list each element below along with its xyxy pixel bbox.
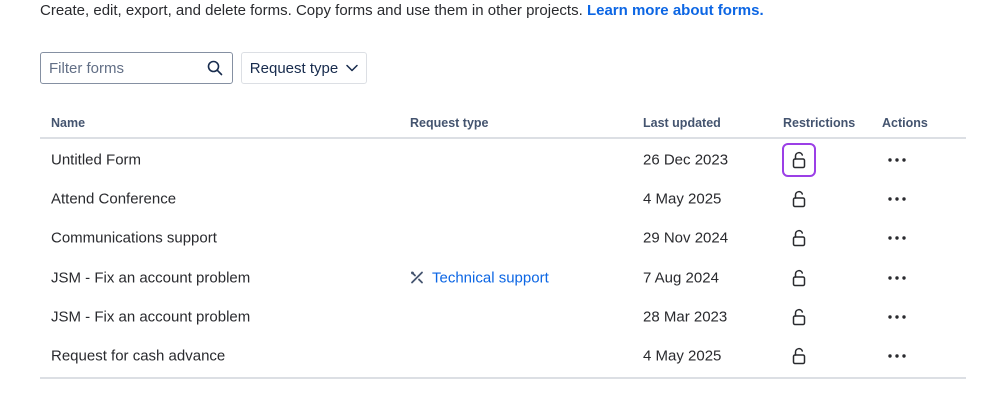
form-name[interactable]: Untitled Form [51,151,141,168]
form-name[interactable]: JSM - Fix an account problem [51,308,250,325]
filter-forms-field[interactable] [40,52,233,84]
header-last-updated[interactable]: Last updated [643,116,721,130]
more-actions-button[interactable] [882,344,912,368]
last-updated: 4 May 2025 [643,347,722,365]
last-updated: 26 Dec 2023 [643,151,729,169]
unlock-icon [792,269,806,286]
table-row: JSM - Fix an account problem 28 Mar 2023 [40,297,966,336]
restrictions-button[interactable] [782,339,816,373]
last-updated: 7 Aug 2024 [643,269,719,287]
form-name[interactable]: Request for cash advance [51,348,225,365]
more-icon [888,157,906,162]
search-icon[interactable] [206,59,224,77]
intro-text: Create, edit, export, and delete forms. … [40,2,764,19]
last-updated: 28 Mar 2023 [643,308,728,326]
table-header: Name Request type Last updated Restricti… [40,108,966,139]
more-icon [888,236,906,240]
form-name[interactable]: Attend Conference [51,190,176,207]
tools-icon [411,271,423,284]
header-restrictions: Restrictions [783,116,856,130]
restrictions-button[interactable] [782,261,816,295]
more-icon [888,315,906,319]
intro-description: Create, edit, export, and delete forms. … [40,2,583,19]
restrictions-button[interactable] [782,182,816,216]
unlock-icon [792,230,806,247]
table-body: Untitled Form 26 Dec 2023 Attend Confere… [40,139,966,379]
table-row: Attend Conference 4 May 2025 [40,179,966,218]
more-icon [888,275,906,280]
table-row: Untitled Form 26 Dec 2023 [40,140,966,179]
last-updated: 29 Nov 2024 [643,229,729,247]
header-request-type[interactable]: Request type [410,116,489,130]
more-actions-button[interactable] [882,266,912,290]
request-type-label: Technical support [432,269,549,287]
header-actions: Actions [882,116,928,130]
unlock-icon [792,348,806,365]
unlock-icon [792,308,806,326]
restrictions-button[interactable] [782,221,816,255]
more-actions-button[interactable] [882,226,912,250]
last-updated: 4 May 2025 [643,190,722,208]
request-type-filter-button[interactable]: Request type [241,52,367,84]
form-name[interactable]: Communications support [51,230,217,247]
more-icon [888,354,906,358]
table-row: Request for cash advance 4 May 2025 [40,336,966,375]
header-name[interactable]: Name [51,116,85,130]
request-type-filter-label: Request type [249,59,339,77]
chevron-down-icon [346,64,358,72]
more-icon [888,197,906,201]
learn-more-link[interactable]: Learn more about forms. [587,2,764,19]
restrictions-button[interactable] [782,300,816,334]
forms-table: Name Request type Last updated Restricti… [40,108,966,379]
request-type-link[interactable]: Technical support [410,269,549,286]
form-name[interactable]: JSM - Fix an account problem [51,269,250,286]
table-row: Communications support 29 Nov 2024 [40,219,966,258]
table-row: JSM - Fix an account problem Technical s… [40,258,966,297]
more-actions-button[interactable] [882,305,912,329]
restrictions-button[interactable] [782,142,816,177]
more-actions-button[interactable] [882,187,912,211]
filter-forms-input[interactable] [49,59,206,77]
more-actions-button[interactable] [882,148,912,172]
unlock-icon [792,151,806,168]
unlock-icon [792,190,806,208]
